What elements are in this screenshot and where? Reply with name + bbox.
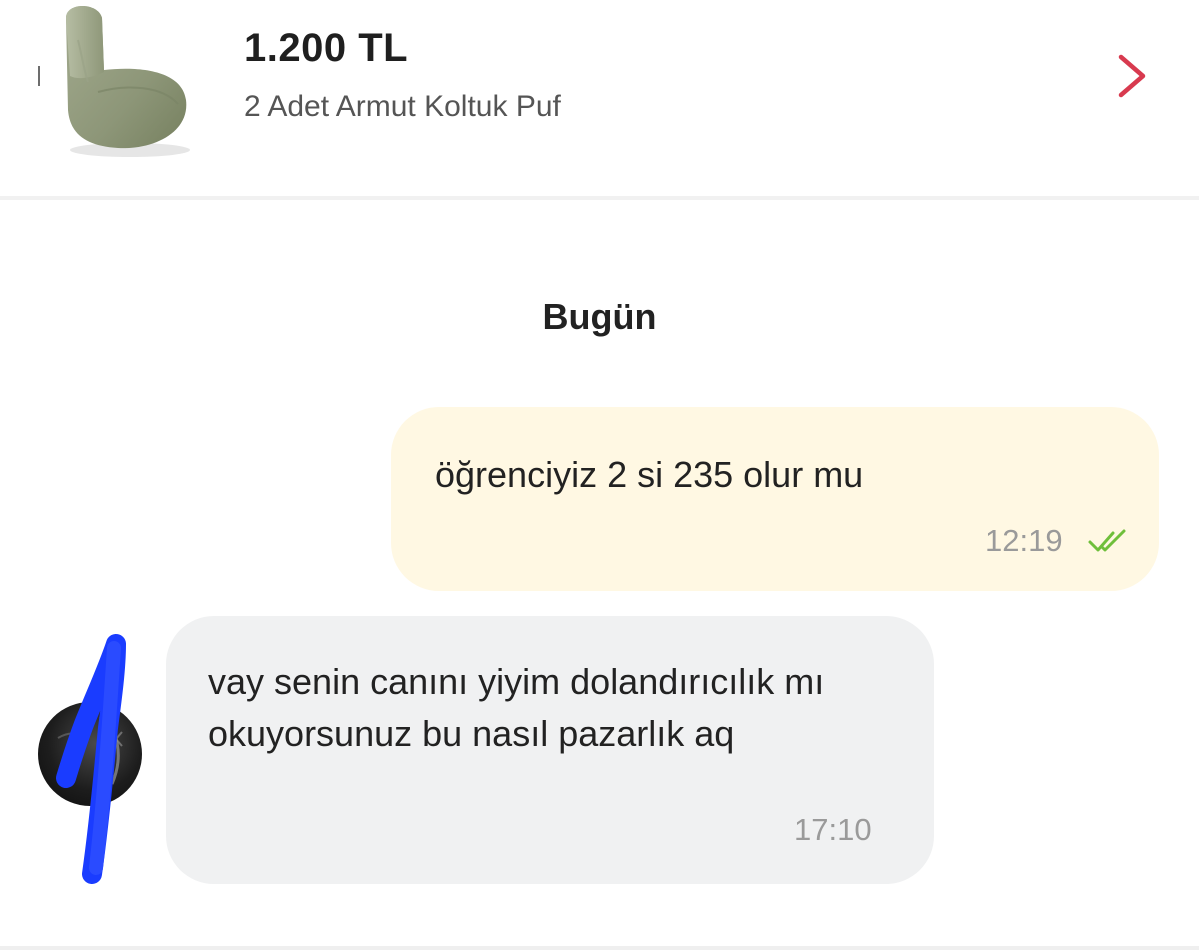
incoming-message-text: vay senin canını yiyim dolandırıcılık mı… xyxy=(208,661,825,754)
product-title: 2 Adet Armut Koltuk Puf xyxy=(244,90,561,123)
redaction-mark xyxy=(56,634,126,884)
incoming-message-time: 17:10 xyxy=(794,812,872,847)
outgoing-message-bubble[interactable]: öğrenciyiz 2 si 235 olur mu 12:19 xyxy=(391,407,1159,591)
double-check-icon xyxy=(1088,529,1126,552)
edge-divider xyxy=(38,66,40,86)
outgoing-message-text: öğrenciyiz 2 si 235 olur mu xyxy=(435,454,864,495)
product-price: 1.200 TL xyxy=(244,26,409,70)
outgoing-message-time: 12:19 xyxy=(985,523,1063,558)
product-header[interactable]: 1.200 TL 2 Adet Armut Koltuk Puf xyxy=(0,0,1199,200)
chevron-right-icon xyxy=(1118,54,1146,98)
bottom-divider xyxy=(0,946,1199,950)
bean-bag-chair-image xyxy=(66,6,190,157)
incoming-message-bubble[interactable]: vay senin canını yiyim dolandırıcılık mı… xyxy=(166,616,934,884)
open-listing-button[interactable] xyxy=(1100,44,1164,108)
date-separator: Bugün xyxy=(542,296,657,337)
